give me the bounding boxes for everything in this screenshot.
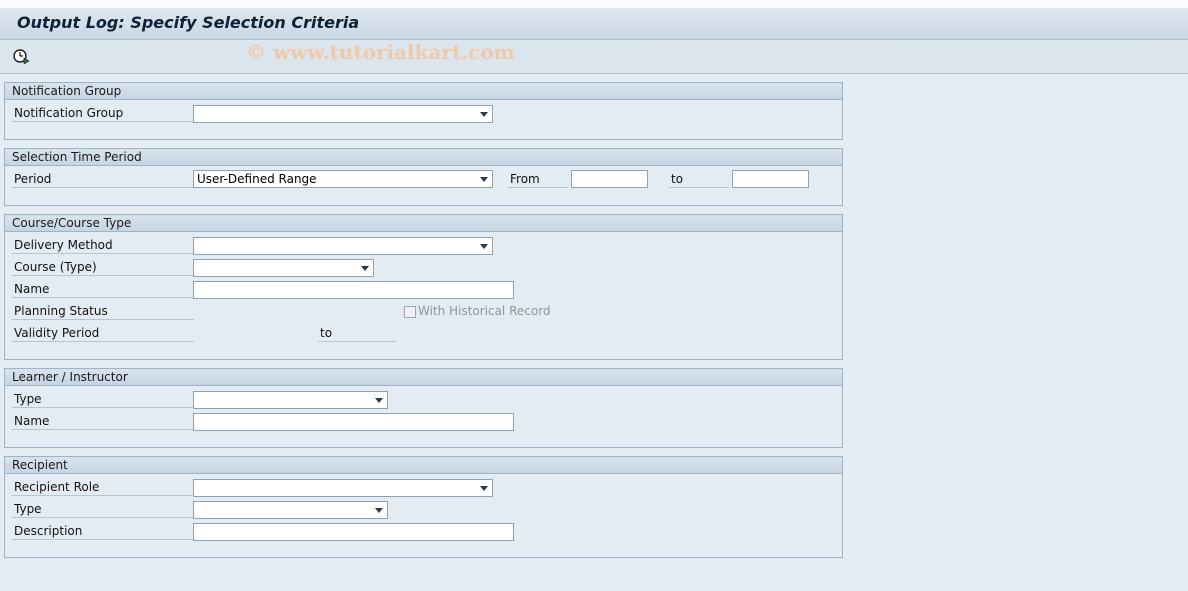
validity-period-label: Validity Period — [12, 325, 194, 342]
with-historical-record-checkbox[interactable] — [404, 306, 416, 318]
group-learner-instructor: Learner / Instructor Type Name — [4, 368, 843, 448]
watermark-text: © www.tutorialkart.com — [246, 40, 515, 64]
page-title: Output Log: Specify Selection Criteria — [17, 13, 360, 32]
learner-name-label: Name — [12, 413, 194, 430]
delivery-method-label: Delivery Method — [12, 237, 194, 254]
application-toolbar — [0, 40, 1188, 74]
course-name-label: Name — [12, 281, 194, 298]
period-dropdown[interactable]: User-Defined Range — [193, 170, 493, 188]
chevron-down-icon[interactable] — [480, 486, 488, 491]
period-label: Period — [12, 171, 194, 188]
learner-type-label: Type — [12, 391, 194, 408]
from-label: From — [508, 171, 568, 188]
notification-group-label: Notification Group — [12, 105, 194, 122]
group-title: Course/Course Type — [5, 215, 842, 232]
chevron-down-icon[interactable] — [480, 177, 488, 182]
planning-status-label: Planning Status — [12, 303, 194, 320]
title-bar: Output Log: Specify Selection Criteria — [0, 8, 1188, 40]
validity-to-label: to — [318, 325, 396, 342]
chevron-down-icon[interactable] — [375, 508, 383, 513]
group-selection-time-period: Selection Time Period Period User-Define… — [4, 148, 843, 206]
with-historical-record-label: With Historical Record — [418, 304, 551, 318]
group-title: Recipient — [5, 457, 842, 474]
chevron-down-icon[interactable] — [361, 266, 369, 271]
notification-group-dropdown[interactable] — [193, 105, 493, 123]
course-name-input[interactable] — [193, 281, 514, 299]
selection-screen: Notification Group Notification Group Se… — [0, 74, 1188, 591]
chevron-down-icon[interactable] — [375, 398, 383, 403]
group-recipient: Recipient Recipient Role Type Descriptio… — [4, 456, 843, 558]
chevron-down-icon[interactable] — [480, 244, 488, 249]
learner-type-dropdown[interactable] — [193, 391, 388, 409]
recipient-role-label: Recipient Role — [12, 479, 194, 496]
top-strip — [0, 0, 1188, 8]
chevron-down-icon[interactable] — [480, 112, 488, 117]
description-label: Description — [12, 523, 194, 540]
to-date-input[interactable] — [732, 170, 809, 188]
execute-button[interactable] — [10, 46, 32, 66]
recipient-type-dropdown[interactable] — [193, 501, 388, 519]
recipient-role-dropdown[interactable] — [193, 479, 493, 497]
group-title: Learner / Instructor — [5, 369, 842, 386]
delivery-method-dropdown[interactable] — [193, 237, 493, 255]
period-value: User-Defined Range — [197, 172, 317, 186]
description-input[interactable] — [193, 523, 514, 541]
group-title: Notification Group — [5, 83, 842, 100]
to-label: to — [669, 171, 729, 188]
from-date-input[interactable] — [571, 170, 648, 188]
learner-name-input[interactable] — [193, 413, 514, 431]
group-course: Course/Course Type Delivery Method Cours… — [4, 214, 843, 360]
course-type-label: Course (Type) — [12, 259, 194, 276]
execute-clock-icon — [13, 49, 30, 65]
course-type-dropdown[interactable] — [193, 259, 374, 277]
recipient-type-label: Type — [12, 501, 194, 518]
group-title: Selection Time Period — [5, 149, 842, 166]
group-notification: Notification Group Notification Group — [4, 82, 843, 140]
